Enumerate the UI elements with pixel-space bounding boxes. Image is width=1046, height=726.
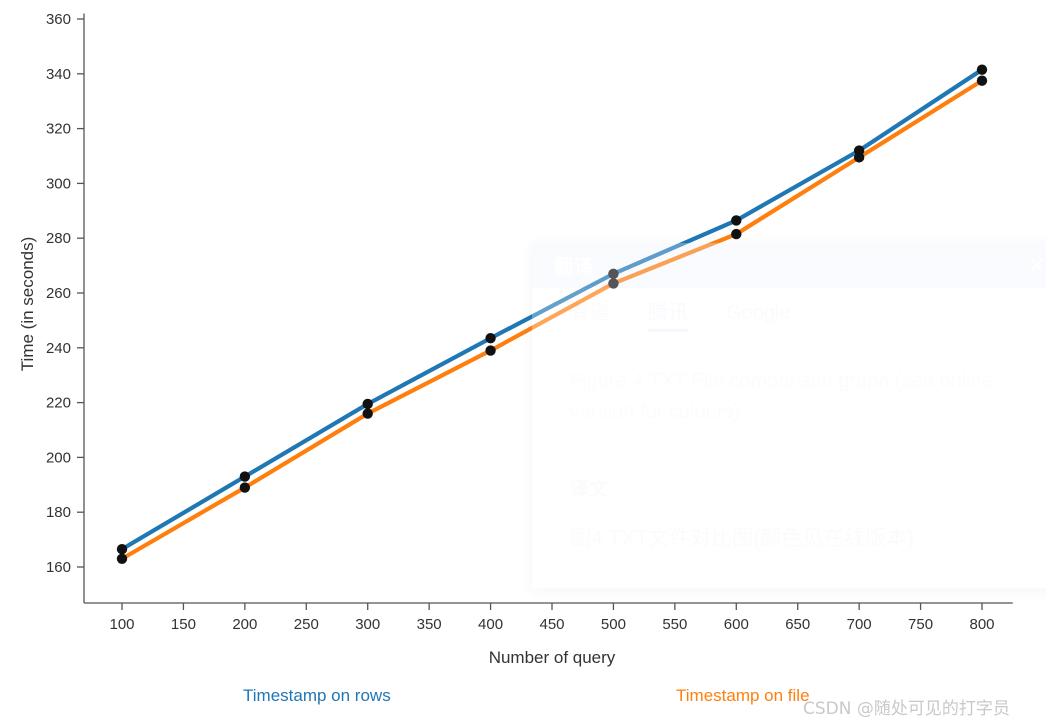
y-tick-label: 180 xyxy=(46,504,71,521)
close-icon[interactable]: ✕ xyxy=(1028,254,1046,277)
y-tick-label: 340 xyxy=(46,66,71,83)
y-axis-title: Time (in seconds) xyxy=(18,237,37,371)
y-tick-label: 280 xyxy=(46,230,71,247)
data-point-marker xyxy=(362,408,373,419)
x-tick-label: 200 xyxy=(232,616,257,633)
y-tick-label: 320 xyxy=(46,121,71,138)
data-point-marker xyxy=(362,398,373,410)
x-tick-label: 300 xyxy=(355,616,380,633)
data-point-marker xyxy=(976,75,988,86)
data-point-marker xyxy=(116,553,128,564)
data-point-marker xyxy=(976,64,988,75)
x-tick-label: 150 xyxy=(171,616,196,633)
x-tick-label: 350 xyxy=(417,616,442,633)
y-tick-label: 200 xyxy=(46,449,71,466)
data-point-marker xyxy=(485,345,496,356)
x-tick-label: 700 xyxy=(847,616,872,633)
result-label: 译文 xyxy=(570,479,609,500)
y-tick-label: 240 xyxy=(46,340,71,357)
translate-panel-header: 翻译 ✕ xyxy=(532,243,1046,288)
y-tick-label: 360 xyxy=(46,11,71,28)
data-point-marker xyxy=(731,228,742,240)
x-tick-label: 550 xyxy=(662,616,687,633)
translate-popup-panel[interactable]: 翻译 ✕ 有道 腾讯 Google Figure 4 TXT File comp… xyxy=(532,243,1046,588)
data-point-marker xyxy=(116,543,128,555)
y-tick-label: 300 xyxy=(46,175,71,192)
data-point-marker xyxy=(239,471,251,482)
data-point-marker xyxy=(485,333,496,344)
x-tick-label: 800 xyxy=(969,616,994,633)
x-tick-label: 650 xyxy=(785,616,810,633)
tab-google[interactable]: Google xyxy=(726,302,791,332)
data-point-marker xyxy=(731,215,742,226)
x-tick-label: 750 xyxy=(908,616,933,633)
data-point-marker xyxy=(239,482,251,493)
x-tick-label: 450 xyxy=(539,616,564,633)
translate-panel-title: 翻译 xyxy=(554,257,595,278)
y-tick-label: 160 xyxy=(46,559,71,576)
translate-panel-body: Figure 4 TXT File comparison graph (see … xyxy=(532,332,1046,555)
x-tick-label: 600 xyxy=(724,616,749,633)
x-tick-label: 100 xyxy=(109,616,134,633)
x-tick-label: 250 xyxy=(294,616,319,633)
legend-item-timestamp-on-rows: Timestamp on rows xyxy=(243,686,391,705)
translate-engine-tabs[interactable]: 有道 腾讯 Google xyxy=(532,288,1046,332)
source-text: Figure 4 TXT File comparison graph (see … xyxy=(570,370,993,423)
y-tick-label: 220 xyxy=(46,395,71,412)
translated-text: 图4 TXT文件对比图(颜色见在线版本) xyxy=(570,527,915,550)
x-tick-label: 500 xyxy=(601,616,626,633)
x-tick-label: 400 xyxy=(478,616,503,633)
tab-youdao[interactable]: 有道 xyxy=(570,296,610,332)
y-tick-label: 260 xyxy=(46,285,71,302)
legend-item-timestamp-on-file: Timestamp on file xyxy=(676,686,810,705)
tab-tencent[interactable]: 腾讯 xyxy=(648,296,688,332)
csdn-watermark: CSDN @随处可见的打字员 xyxy=(803,699,1010,719)
x-axis-title: Number of query xyxy=(489,648,616,667)
data-point-marker xyxy=(853,152,865,163)
